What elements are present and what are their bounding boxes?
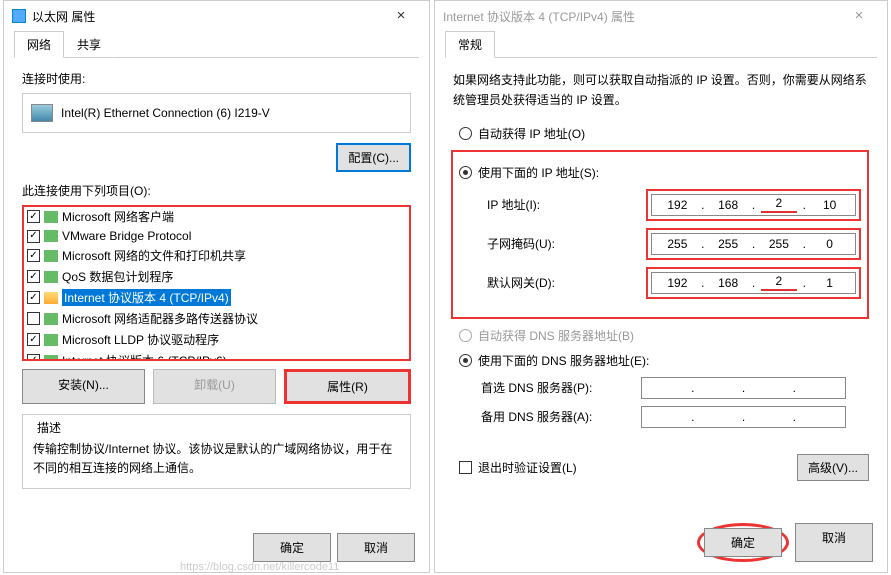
watermark: https://blog.csdn.net/killercode11 [180, 561, 339, 573]
list-item[interactable]: Internet 协议版本 6 (TCP/IPv6) [23, 350, 410, 361]
ip-address-label: IP 地址(I): [487, 196, 646, 213]
dialog-title: 以太网 属性 [32, 8, 381, 25]
item-label: Microsoft 网络适配器多路传送器协议 [62, 310, 258, 327]
ok-button[interactable]: 确定 [704, 528, 782, 557]
ip-address-field[interactable]: 192. 168. 2. 10 [651, 194, 856, 216]
titlebar: 以太网 属性 × [4, 1, 429, 31]
tab-network[interactable]: 网络 [14, 31, 64, 58]
radio-manual-ip[interactable]: 使用下面的 IP 地址(S): [459, 164, 861, 181]
description-text: 传输控制协议/Internet 协议。该协议是默认的广域网络协议，用于在不同的相… [33, 440, 400, 478]
protocol-icon [44, 230, 58, 242]
subnet-mask-field[interactable]: 255. 255. 255. 0 [651, 233, 856, 255]
checkbox-icon[interactable] [27, 354, 40, 361]
intro-text: 如果网络支持此功能，则可以获取自动指派的 IP 设置。否则，你需要从网络系统管理… [453, 70, 869, 111]
nic-icon [31, 104, 53, 122]
cancel-button[interactable]: 取消 [795, 523, 873, 562]
checkbox-icon[interactable] [27, 230, 40, 243]
items-label: 此连接使用下列项目(O): [22, 182, 411, 199]
ethernet-icon [12, 9, 26, 23]
protocol-icon [44, 250, 58, 262]
protocol-icon [44, 271, 58, 283]
item-label: Internet 协议版本 6 (TCP/IPv6) [62, 352, 227, 361]
tab-general[interactable]: 常规 [445, 31, 495, 58]
description-group: 描述 传输控制协议/Internet 协议。该协议是默认的广域网络协议，用于在不… [22, 414, 411, 489]
item-label: Microsoft 网络的文件和打印机共享 [62, 247, 246, 264]
radio-icon [459, 127, 472, 140]
validate-label: 退出时验证设置(L) [478, 459, 577, 476]
validate-checkbox[interactable]: 退出时验证设置(L) [459, 459, 577, 476]
protocol-icon [44, 292, 58, 304]
tabs: 网络 共享 [14, 31, 419, 58]
ok-button[interactable]: 确定 [253, 533, 331, 562]
radio-icon [459, 166, 472, 179]
radio-label: 自动获得 DNS 服务器地址(B) [478, 327, 634, 344]
connect-using-label: 连接时使用: [22, 70, 411, 87]
description-title: 描述 [33, 419, 65, 436]
tab-sharing[interactable]: 共享 [64, 31, 114, 58]
radio-label: 自动获得 IP 地址(O) [478, 125, 585, 142]
manual-ip-section: 使用下面的 IP 地址(S): IP 地址(I): 192. 168. 2. 1… [451, 150, 869, 319]
list-item[interactable]: QoS 数据包计划程序 [23, 266, 410, 287]
item-label: Microsoft LLDP 协议驱动程序 [62, 331, 219, 348]
checkbox-icon[interactable] [27, 312, 40, 325]
item-label: QoS 数据包计划程序 [62, 268, 173, 285]
list-item[interactable]: Internet 协议版本 4 (TCP/IPv4) [23, 287, 410, 308]
dns2-label: 备用 DNS 服务器(A): [481, 408, 641, 425]
item-label: Internet 协议版本 4 (TCP/IPv4) [62, 289, 231, 306]
gateway-label: 默认网关(D): [487, 274, 646, 291]
properties-button[interactable]: 属性(R) [284, 369, 411, 404]
checkbox-icon[interactable] [27, 210, 40, 223]
checkbox-icon [459, 461, 472, 474]
radio-icon [459, 354, 472, 367]
radio-manual-dns[interactable]: 使用下面的 DNS 服务器地址(E): [459, 352, 869, 369]
list-item[interactable]: Microsoft 网络适配器多路传送器协议 [23, 308, 410, 329]
list-item[interactable]: Microsoft LLDP 协议驱动程序 [23, 329, 410, 350]
components-listbox[interactable]: Microsoft 网络客户端 VMware Bridge Protocol Mic… [22, 205, 411, 361]
subnet-mask-label: 子网掩码(U): [487, 235, 646, 252]
ethernet-properties-dialog: 以太网 属性 × 网络 共享 连接时使用: Intel(R) Ethernet … [3, 0, 430, 573]
gateway-field[interactable]: 192. 168. 2. 1 [651, 272, 856, 294]
list-item[interactable]: Microsoft 网络客户端 [23, 206, 410, 227]
list-item[interactable]: VMware Bridge Protocol [23, 227, 410, 245]
close-icon[interactable]: × [381, 4, 421, 28]
adapter-name: Intel(R) Ethernet Connection (6) I219-V [61, 106, 270, 120]
adapter-box: Intel(R) Ethernet Connection (6) I219-V [22, 93, 411, 133]
advanced-button[interactable]: 高级(V)... [797, 454, 869, 481]
radio-icon [459, 329, 472, 342]
list-item[interactable]: Microsoft 网络的文件和打印机共享 [23, 245, 410, 266]
install-button[interactable]: 安装(N)... [22, 369, 145, 404]
dns1-label: 首选 DNS 服务器(P): [481, 379, 641, 396]
radio-auto-ip[interactable]: 自动获得 IP 地址(O) [459, 125, 869, 142]
protocol-icon [44, 334, 58, 346]
dns1-field[interactable]: ... [641, 377, 846, 399]
dns2-field[interactable]: ... [641, 406, 846, 428]
protocol-icon [44, 313, 58, 325]
titlebar: Internet 协议版本 4 (TCP/IPv4) 属性 × [435, 1, 887, 31]
protocol-icon [44, 355, 58, 362]
radio-label: 使用下面的 IP 地址(S): [478, 164, 599, 181]
item-label: Microsoft 网络客户端 [62, 208, 174, 225]
protocol-icon [44, 211, 58, 223]
radio-auto-dns: 自动获得 DNS 服务器地址(B) [459, 327, 869, 344]
dialog-title: Internet 协议版本 4 (TCP/IPv4) 属性 [443, 8, 839, 25]
cancel-button[interactable]: 取消 [337, 533, 415, 562]
tabs: 常规 [445, 31, 877, 58]
radio-label: 使用下面的 DNS 服务器地址(E): [478, 352, 649, 369]
checkbox-icon[interactable] [27, 270, 40, 283]
item-label: VMware Bridge Protocol [62, 229, 191, 243]
configure-button[interactable]: 配置(C)... [336, 143, 411, 172]
checkbox-icon[interactable] [27, 249, 40, 262]
close-icon[interactable]: × [839, 4, 879, 28]
checkbox-icon[interactable] [27, 333, 40, 346]
checkbox-icon[interactable] [27, 291, 40, 304]
uninstall-button: 卸载(U) [153, 369, 276, 404]
ipv4-properties-dialog: Internet 协议版本 4 (TCP/IPv4) 属性 × 常规 如果网络支… [434, 0, 888, 573]
